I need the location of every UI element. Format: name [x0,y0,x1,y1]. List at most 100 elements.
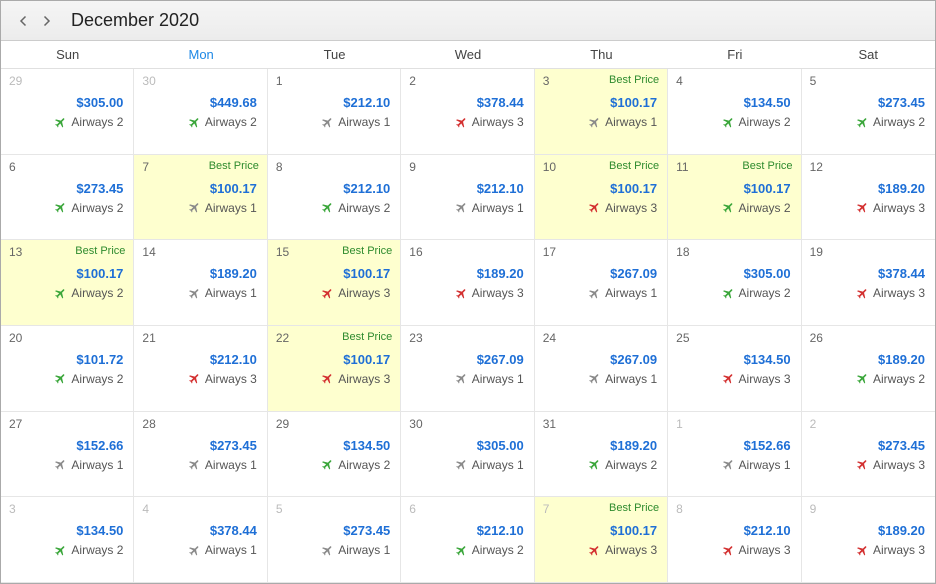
flight-price: $212.10 [276,181,392,196]
calendar-cell[interactable]: 27$152.66Airways 1 [1,412,134,498]
plane-icon [54,544,67,557]
chevron-left-icon [18,15,30,27]
calendar-cell[interactable]: 5$273.45Airways 1 [268,497,401,583]
calendar-cell[interactable]: 3Best Price$100.17Airways 1 [535,69,668,155]
plane-icon [588,116,601,129]
day-number: 25 [676,331,689,345]
flight-price: $152.66 [9,438,125,453]
calendar-cell[interactable]: 30$305.00Airways 1 [401,412,534,498]
airline-row: Airways 3 [810,543,927,557]
calendar-cell[interactable]: 29$305.00Airways 2 [1,69,134,155]
airline-name: Airways 3 [739,543,791,557]
airline-name: Airways 2 [71,543,123,557]
flight-price: $212.10 [676,523,792,538]
next-month-button[interactable] [35,10,57,32]
flight-price: $378.44 [810,266,927,281]
flight-price: $273.45 [142,438,258,453]
calendar-cell[interactable]: 19 $378.44 Airways 3 [802,240,935,326]
best-price-label: Best Price [209,160,259,172]
airline-row: Airways 1 [676,458,792,472]
calendar-cell[interactable]: 11Best Price$100.17Airways 2 [668,155,801,241]
airline-name: Airways 3 [605,201,657,215]
airline-name: Airways 2 [205,115,257,129]
calendar-cell[interactable]: 22Best Price$100.17Airways 3 [268,326,401,412]
calendar-cell[interactable]: 9$212.10Airways 1 [401,155,534,241]
flight-price: $100.17 [676,181,792,196]
flight-price: $267.09 [543,266,659,281]
calendar-header: December 2020 [1,1,935,41]
calendar-cell[interactable]: 5$273.45Airways 2 [802,69,935,155]
calendar-cell[interactable]: 12$189.20Airways 3 [802,155,935,241]
calendar-cell[interactable]: 3$134.50Airways 2 [1,497,134,583]
airline-row: Airways 2 [810,115,927,129]
plane-icon [54,287,67,300]
plane-icon [455,287,468,300]
chevron-right-icon [40,15,52,27]
calendar-cell[interactable]: 30$449.68Airways 2 [134,69,267,155]
airline-name: Airways 1 [472,458,524,472]
plane-icon [188,544,201,557]
calendar-cell[interactable]: 16$189.20Airways 3 [401,240,534,326]
calendar-cell[interactable]: 4$134.50Airways 2 [668,69,801,155]
calendar-cell[interactable]: 9$189.20Airways 3 [802,497,935,583]
calendar-cell[interactable]: 24$267.09Airways 1 [535,326,668,412]
plane-icon [588,458,601,471]
airline-row: Airways 1 [142,458,258,472]
flight-price: $100.17 [543,523,659,538]
day-number: 31 [543,417,556,431]
day-number: 4 [142,502,149,516]
calendar-cell[interactable]: 26$189.20Airways 2 [802,326,935,412]
calendar-cell[interactable]: 7Best Price$100.17Airways 3 [535,497,668,583]
airline-row: Airways 1 [142,286,258,300]
calendar-cell[interactable]: 14$189.20Airways 1 [134,240,267,326]
calendar-cell[interactable]: 2$378.44Airways 3 [401,69,534,155]
calendar-cell[interactable]: 20$101.72Airways 2 [1,326,134,412]
month-year-title[interactable]: December 2020 [71,10,199,31]
calendar-cell[interactable]: 25$134.50Airways 3 [668,326,801,412]
calendar-cell[interactable]: 15Best Price$100.17Airways 3 [268,240,401,326]
prev-month-button[interactable] [13,10,35,32]
calendar-cell[interactable]: 29$134.50Airways 2 [268,412,401,498]
day-number: 19 [810,245,823,259]
plane-icon [321,458,334,471]
best-price-label: Best Price [742,160,792,172]
calendar-cell[interactable]: 8$212.10Airways 3 [668,497,801,583]
calendar-cell[interactable]: 23$267.09Airways 1 [401,326,534,412]
calendar-cell[interactable]: 31$189.20Airways 2 [535,412,668,498]
airline-name: Airways 1 [338,115,390,129]
airline-row: Airways 1 [142,201,258,215]
calendar-cell[interactable]: 21$212.10Airways 3 [134,326,267,412]
calendar-cell[interactable]: 18$305.00Airways 2 [668,240,801,326]
flight-price: $273.45 [9,181,125,196]
best-price-label: Best Price [75,245,125,257]
airline-name: Airways 2 [605,458,657,472]
plane-icon [455,544,468,557]
calendar-cell[interactable]: 13Best Price$100.17Airways 2 [1,240,134,326]
flight-price: $449.68 [142,95,258,110]
calendar-cell[interactable]: 6$273.45Airways 2 [1,155,134,241]
airline-row: Airways 1 [276,543,392,557]
airline-row: Airways 2 [9,201,125,215]
plane-icon [455,372,468,385]
flight-price: $212.10 [409,523,525,538]
calendar-cell[interactable]: 17$267.09Airways 1 [535,240,668,326]
airline-name: Airways 3 [873,286,925,300]
calendar-cell[interactable]: 8$212.10Airways 2 [268,155,401,241]
airline-row: Airways 2 [276,201,392,215]
plane-icon [188,116,201,129]
airline-row: Airways 3 [276,372,392,386]
airline-row: Airways 3 [810,201,927,215]
calendar-cell[interactable]: 7Best Price$100.17Airways 1 [134,155,267,241]
flight-price: $100.17 [276,352,392,367]
calendar-cell[interactable]: 2$273.45Airways 3 [802,412,935,498]
day-number: 9 [409,160,416,174]
calendar-cell[interactable]: 1$152.66Airways 1 [668,412,801,498]
calendar-cell[interactable]: 4$378.44Airways 1 [134,497,267,583]
airline-name: Airways 1 [605,286,657,300]
calendar-cell[interactable]: 28$273.45Airways 1 [134,412,267,498]
calendar-cell[interactable]: 10Best Price$100.17Airways 3 [535,155,668,241]
calendar-cell[interactable]: 6$212.10Airways 2 [401,497,534,583]
calendar-cell[interactable]: 1$212.10Airways 1 [268,69,401,155]
day-number: 15 [276,245,289,259]
day-number: 14 [142,245,155,259]
